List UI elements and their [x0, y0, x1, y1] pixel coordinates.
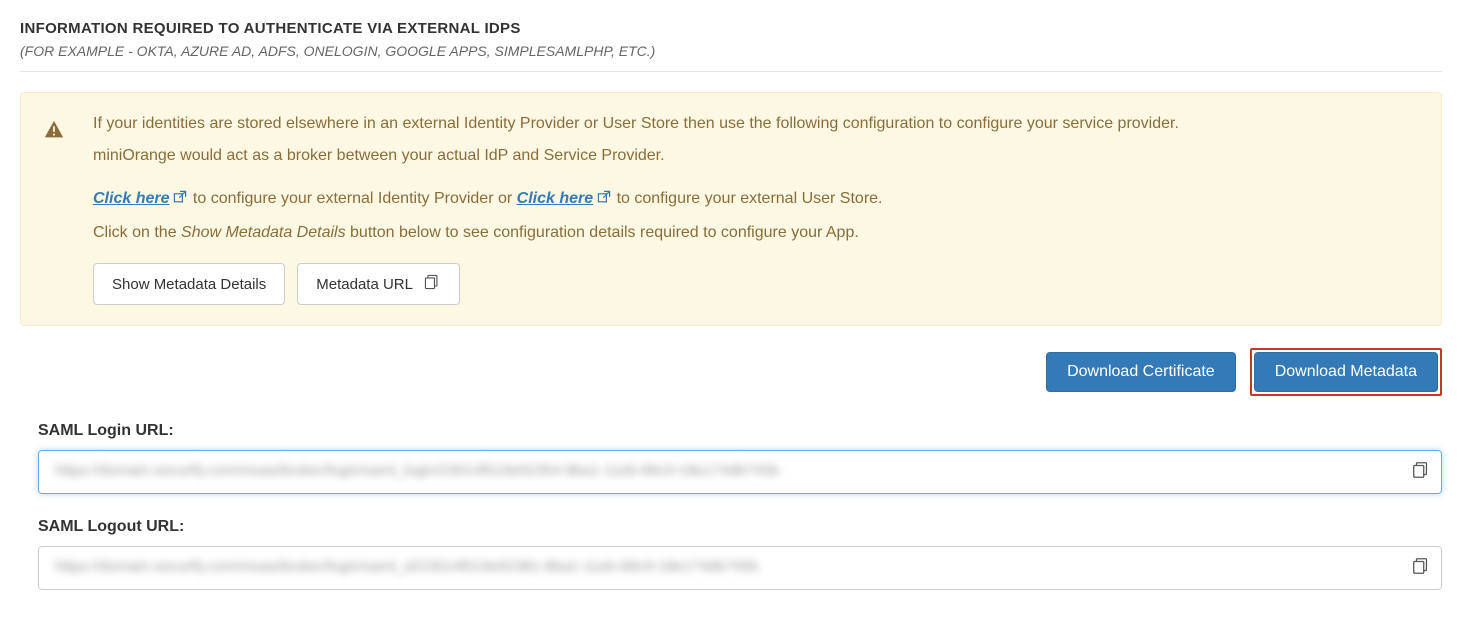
download-metadata-button[interactable]: Download Metadata — [1254, 352, 1438, 392]
warning-icon — [43, 111, 65, 305]
highlight-download-metadata: Download Metadata — [1250, 348, 1442, 396]
metadata-url-button-label: Metadata URL — [316, 276, 413, 293]
saml-login-url-label: SAML Login URL: — [38, 422, 1442, 440]
alert-text-line2: miniOrange would act as a broker between… — [93, 143, 1179, 169]
external-link-icon — [596, 188, 612, 214]
alert-text-line3: Click here to configure your external Id… — [93, 186, 1179, 214]
copy-icon — [1411, 563, 1431, 580]
section-title: INFORMATION REQUIRED TO AUTHENTICATE VIA… — [20, 20, 1442, 37]
download-button-row: Download Certificate Download Metadata — [20, 348, 1442, 396]
saml-logout-url-label: SAML Logout URL: — [38, 518, 1442, 536]
saml-login-url-group: SAML Login URL: https://domain.xecurify.… — [38, 422, 1442, 494]
copy-logout-url-button[interactable] — [1411, 556, 1431, 580]
section-subtitle: (FOR EXAMPLE - OKTA, AZURE AD, ADFS, ONE… — [20, 43, 1442, 59]
copy-login-url-button[interactable] — [1411, 460, 1431, 484]
alert-text-line1: If your identities are stored elsewhere … — [93, 111, 1179, 137]
configure-idp-link[interactable]: Click here — [93, 190, 188, 207]
external-link-icon — [172, 188, 188, 214]
copy-icon — [423, 273, 441, 295]
download-certificate-button[interactable]: Download Certificate — [1046, 352, 1236, 392]
saml-logout-url-value: https://domain.xecurify.com/moas/broker/… — [55, 558, 758, 575]
saml-login-url-input[interactable]: https://domain.xecurify.com/moas/broker/… — [38, 450, 1442, 494]
alert-external-idp: If your identities are stored elsewhere … — [20, 92, 1442, 326]
copy-icon — [1411, 467, 1431, 484]
metadata-url-button[interactable]: Metadata URL — [297, 263, 460, 305]
show-metadata-details-button[interactable]: Show Metadata Details — [93, 263, 285, 305]
saml-logout-url-group: SAML Logout URL: https://domain.xecurify… — [38, 518, 1442, 590]
configure-userstore-link[interactable]: Click here — [517, 190, 612, 207]
divider — [20, 71, 1442, 72]
saml-logout-url-input[interactable]: https://domain.xecurify.com/moas/broker/… — [38, 546, 1442, 590]
alert-text-line4: Click on the Show Metadata Details butto… — [93, 220, 1179, 246]
saml-login-url-value: https://domain.xecurify.com/moas/broker/… — [55, 462, 779, 479]
